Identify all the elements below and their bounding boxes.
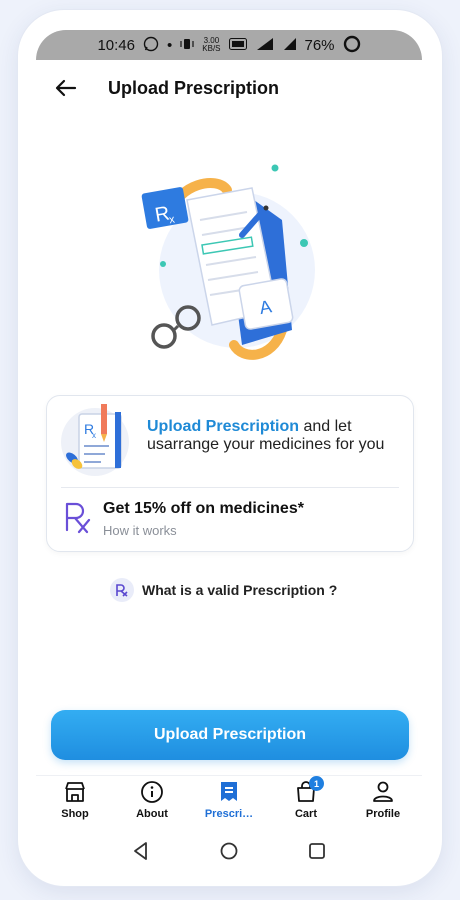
arrow-left-icon xyxy=(55,79,77,102)
info-icon xyxy=(140,780,164,804)
net-speed: 3.00 KB/S xyxy=(202,36,221,53)
how-it-works-link[interactable]: How it works xyxy=(103,523,177,538)
whatsapp-icon xyxy=(143,36,159,55)
nav-label-prescription: Prescri… xyxy=(204,808,254,820)
bottom-nav: Shop About Prescri… 1 Cart Profile xyxy=(36,775,422,825)
prescription-illustration: R x A xyxy=(132,160,332,370)
nav-shop[interactable]: Shop xyxy=(40,780,110,824)
app-screen: 10:46 • 3.00 KB/S 76% Upload Prescriptio… xyxy=(36,30,422,870)
profile-icon xyxy=(371,780,395,804)
cart-badge: 1 xyxy=(309,776,324,791)
card-headline: Upload Prescription and let usarrange yo… xyxy=(147,418,417,454)
recents-square-icon[interactable] xyxy=(306,840,328,862)
battery-level: 76% xyxy=(304,36,335,54)
home-circle-icon[interactable] xyxy=(218,840,240,862)
nav-about[interactable]: About xyxy=(117,780,187,824)
rx-icon xyxy=(63,500,93,534)
valid-prescription-link[interactable]: What is a valid Prescription ? xyxy=(110,577,337,603)
svg-text:x: x xyxy=(92,431,96,440)
signal-icon xyxy=(283,37,297,54)
nav-label-profile: Profile xyxy=(365,808,401,820)
headline-highlight: Upload Prescription xyxy=(147,418,300,435)
vibrate-icon xyxy=(180,37,194,54)
back-button[interactable] xyxy=(52,76,80,104)
nav-label-cart: Cart xyxy=(294,808,317,820)
battery-icon xyxy=(343,35,361,56)
rx-small-icon xyxy=(110,578,134,602)
page-title: Upload Prescription xyxy=(108,78,280,98)
signal-5g-icon xyxy=(255,37,275,54)
offer-title: Get 15% off on medicines* xyxy=(103,500,304,517)
prescription-card-illustration: R x xyxy=(59,402,139,478)
nav-label-shop: Shop xyxy=(61,808,89,820)
nav-profile[interactable]: Profile xyxy=(348,780,418,824)
back-triangle-icon[interactable] xyxy=(130,840,152,862)
status-time: 10:46 xyxy=(97,36,135,54)
app-bar: Upload Prescription xyxy=(36,60,422,118)
nav-label-about: About xyxy=(136,808,168,820)
cart-icon: 1 xyxy=(294,776,324,804)
status-bar: 10:46 • 3.00 KB/S 76% xyxy=(36,30,422,60)
system-nav-bar xyxy=(36,830,422,870)
nav-cart[interactable]: 1 Cart xyxy=(271,776,341,824)
prescription-icon xyxy=(217,780,241,804)
valid-prescription-text: What is a valid Prescription ? xyxy=(142,582,338,598)
nav-prescription[interactable]: Prescri… xyxy=(194,780,264,824)
card-divider xyxy=(61,487,399,488)
volte-icon xyxy=(228,37,247,53)
prescription-info-card: R x Upload Prescription and let usarrang… xyxy=(46,395,414,552)
upload-prescription-button[interactable]: Upload Prescription xyxy=(51,710,409,760)
store-icon xyxy=(63,780,87,804)
status-dot: • xyxy=(167,36,173,54)
